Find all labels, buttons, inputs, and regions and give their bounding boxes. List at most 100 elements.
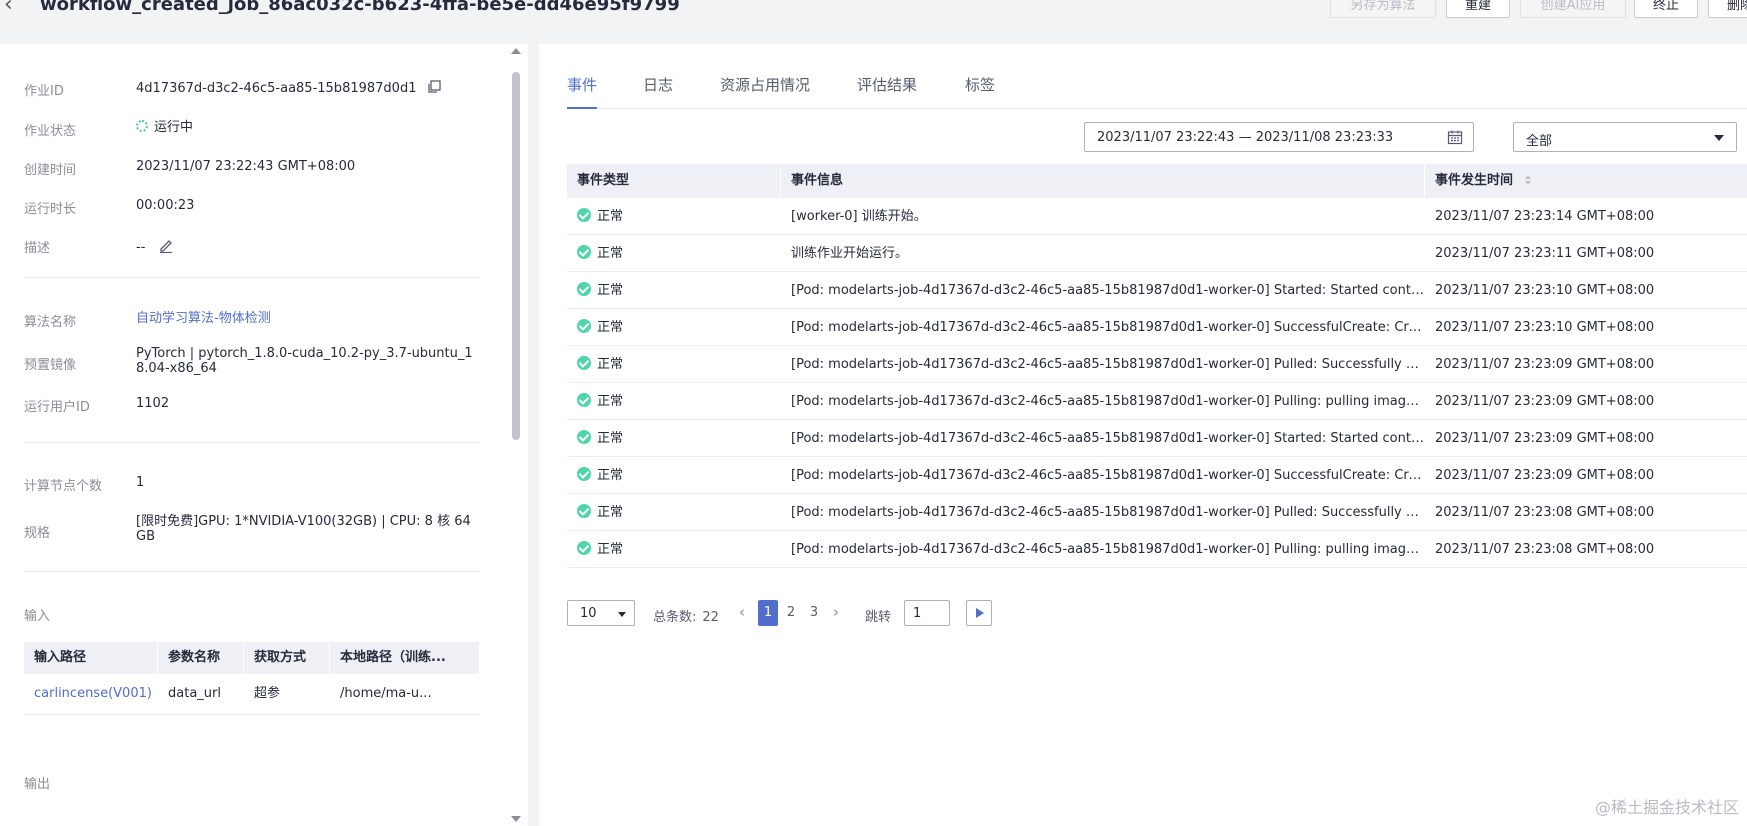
- go-button[interactable]: [966, 600, 992, 626]
- event-type-text: 正常: [597, 320, 624, 335]
- edit-pencil-icon[interactable]: [158, 237, 174, 254]
- events-table: 事件类型 事件信息 事件发生时间 正常 [worker-0] 训练开始。 2023/…: [567, 164, 1747, 588]
- event-time-cell: 2023/11/07 23:23:08 GMT+08:00: [1435, 505, 1655, 520]
- event-type-text: 正常: [597, 209, 624, 224]
- success-check-icon: [577, 282, 591, 296]
- calendar-icon[interactable]: [1447, 129, 1463, 145]
- event-type-select[interactable]: 全部: [1513, 122, 1737, 152]
- page-3-button[interactable]: 3: [804, 600, 824, 626]
- success-check-icon: [577, 393, 591, 407]
- nodes-value: 1: [136, 475, 145, 490]
- job-id-text: 4d17367d-d3c2-46c5-aa85-15b81987d0d1: [136, 81, 417, 96]
- chevron-down-icon: [1714, 135, 1724, 141]
- table-row: 正常 [Pod: modelarts-job-4d17367d-d3c2-46c5…: [567, 383, 1747, 420]
- divider: [24, 442, 480, 443]
- event-type-text: 正常: [597, 468, 624, 483]
- event-type-text: 正常: [597, 431, 624, 446]
- chevron-down-icon: [618, 612, 626, 617]
- input-header-method: 获取方式: [244, 642, 330, 674]
- table-row: 正常 [Pod: modelarts-job-4d17367d-d3c2-46c5…: [567, 420, 1747, 457]
- duration-value: 00:00:23: [136, 198, 195, 213]
- table-row: 正常 [Pod: modelarts-job-4d17367d-d3c2-46c5…: [567, 457, 1747, 494]
- event-type-cell: 正常: [567, 346, 781, 383]
- event-info-cell: [Pod: modelarts-job-4d17367d-d3c2-46c5-a…: [791, 320, 1425, 335]
- header-event-type: 事件类型: [567, 164, 781, 198]
- user-id-value: 1102: [136, 396, 170, 411]
- tab-evaluation[interactable]: 评估结果: [857, 74, 917, 108]
- status-value: 运行中: [136, 120, 480, 135]
- tab-logs[interactable]: 日志: [643, 74, 673, 108]
- status-label: 作业状态: [24, 124, 77, 139]
- jump-page-input[interactable]: [904, 600, 950, 626]
- scroll-up-arrow-icon[interactable]: [511, 48, 521, 54]
- event-info-cell: 训练作业开始运行。: [791, 246, 909, 261]
- user-id-label: 运行用户ID: [24, 400, 90, 415]
- event-type-text: 正常: [597, 394, 624, 409]
- page-2-button[interactable]: 2: [781, 600, 801, 626]
- input-path-link[interactable]: carlincense(V001): [24, 674, 158, 714]
- event-type-text: 正常: [597, 357, 624, 372]
- total-label: 总条数:: [653, 610, 697, 625]
- terminate-button[interactable]: 终止: [1634, 0, 1698, 18]
- table-row: 正常 [worker-0] 训练开始。 2023/11/07 23:23:14 GM…: [567, 198, 1747, 235]
- event-type-cell: 正常: [567, 309, 781, 346]
- page-size-select[interactable]: 10: [567, 600, 635, 626]
- scrollbar-thumb[interactable]: [512, 72, 520, 440]
- delete-button[interactable]: 删除: [1708, 0, 1747, 18]
- page-1-button[interactable]: 1: [758, 600, 778, 626]
- pagination: 10 总条数: 22 ‹ 1 2 3 › 跳转: [567, 600, 1667, 628]
- output-section-title: 输出: [24, 777, 51, 792]
- create-ai-app-button[interactable]: 创建AI应用: [1520, 0, 1626, 18]
- events-panel: 事件 日志 资源占用情况 评估结果 标签 2023/11/07 23:22:43…: [539, 44, 1747, 826]
- event-type-cell: 正常: [567, 531, 781, 568]
- tab-events[interactable]: 事件: [567, 74, 598, 109]
- date-range-text: 2023/11/07 23:22:43 — 2023/11/08 23:23:3…: [1097, 130, 1394, 145]
- event-time-cell: 2023/11/07 23:23:14 GMT+08:00: [1435, 209, 1655, 224]
- event-type-cell: 正常: [567, 494, 781, 531]
- prev-page-icon[interactable]: ‹: [739, 603, 745, 621]
- event-info-cell: [Pod: modelarts-job-4d17367d-d3c2-46c5-a…: [791, 283, 1425, 298]
- event-info-cell: [Pod: modelarts-job-4d17367d-d3c2-46c5-a…: [791, 394, 1425, 409]
- description-text: --: [136, 240, 146, 255]
- event-time-cell: 2023/11/07 23:23:09 GMT+08:00: [1435, 394, 1655, 409]
- success-check-icon: [577, 430, 591, 444]
- header-event-time[interactable]: 事件发生时间: [1425, 164, 1747, 198]
- sort-icon[interactable]: [1524, 174, 1532, 186]
- events-table-header: 事件类型 事件信息 事件发生时间: [567, 164, 1747, 198]
- event-type-text: 正常: [597, 283, 624, 298]
- table-row: 正常 [Pod: modelarts-job-4d17367d-d3c2-46c5…: [567, 346, 1747, 383]
- page-header: ‹ workflow_created_job_86ac032c-b623-4ff…: [0, 0, 1747, 32]
- input-table-header: 输入路径 参数名称 获取方式 本地路径（训练...: [24, 642, 480, 674]
- rebuild-button[interactable]: 重建: [1446, 0, 1510, 18]
- job-id-label: 作业ID: [24, 84, 64, 99]
- success-check-icon: [577, 504, 591, 518]
- event-time-cell: 2023/11/07 23:23:09 GMT+08:00: [1435, 357, 1655, 372]
- success-check-icon: [577, 245, 591, 259]
- date-range-picker[interactable]: 2023/11/07 23:22:43 — 2023/11/08 23:23:3…: [1084, 122, 1474, 152]
- event-time-cell: 2023/11/07 23:23:08 GMT+08:00: [1435, 542, 1655, 557]
- page-size-value: 10: [580, 606, 597, 621]
- success-check-icon: [577, 467, 591, 481]
- event-time-cell: 2023/11/07 23:23:10 GMT+08:00: [1435, 320, 1655, 335]
- copy-icon[interactable]: [427, 80, 441, 94]
- algorithm-link[interactable]: 自动学习算法-物体检测: [136, 311, 480, 326]
- job-details-panel: 作业ID 4d17367d-d3c2-46c5-aa85-15b81987d0d…: [0, 44, 528, 826]
- next-page-icon[interactable]: ›: [833, 603, 839, 621]
- tab-tags[interactable]: 标签: [965, 74, 995, 108]
- back-arrow-icon[interactable]: ‹: [4, 0, 13, 17]
- left-scrollbar[interactable]: [509, 44, 523, 826]
- header-event-info: 事件信息: [781, 164, 1425, 198]
- save-as-algorithm-button[interactable]: 另存为算法: [1330, 0, 1436, 18]
- tab-bar: 事件 日志 资源占用情况 评估结果 标签: [567, 74, 1747, 109]
- table-row: 正常 训练作业开始运行。 2023/11/07 23:23:11 GMT+08:00: [567, 235, 1747, 272]
- table-row: 正常 [Pod: modelarts-job-4d17367d-d3c2-46c5…: [567, 494, 1747, 531]
- status-text: 运行中: [154, 120, 194, 135]
- spec-value: [限时免费]GPU: 1*NVIDIA-V100(32GB) | CPU: 8 …: [136, 514, 471, 544]
- tab-resource-usage[interactable]: 资源占用情况: [720, 74, 810, 108]
- event-type-cell: 正常: [567, 198, 781, 235]
- created-value: 2023/11/07 23:22:43 GMT+08:00: [136, 159, 356, 174]
- scroll-down-arrow-icon[interactable]: [511, 816, 521, 822]
- duration-label: 运行时长: [24, 202, 77, 217]
- input-method-cell: 超参: [254, 686, 281, 701]
- divider: [24, 571, 480, 572]
